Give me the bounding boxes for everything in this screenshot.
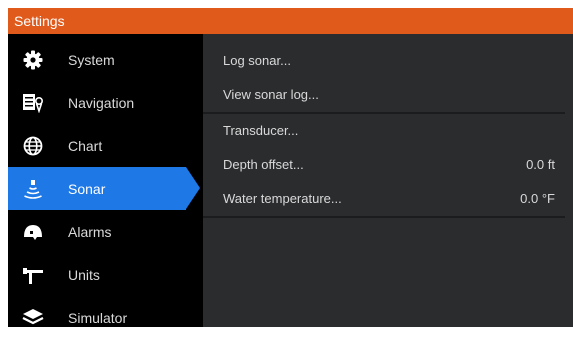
units-icon xyxy=(22,264,44,286)
sidebar-item-label: Navigation xyxy=(68,94,135,111)
gear-icon xyxy=(22,49,44,71)
sidebar-item-simulator[interactable]: Simulator xyxy=(8,296,203,339)
simulator-icon xyxy=(22,307,44,329)
navigation-icon xyxy=(22,92,44,114)
sidebar-item-system[interactable]: System xyxy=(8,38,203,81)
sidebar-item-label: Units xyxy=(68,266,100,283)
sidebar-item-units[interactable]: Units xyxy=(8,253,203,296)
section-divider xyxy=(203,216,565,218)
row-label: View sonar log... xyxy=(223,87,319,102)
sidebar-item-sonar[interactable]: Sonar xyxy=(8,167,200,210)
depth-offset-value: 0.0 ft xyxy=(526,157,555,172)
sonar-settings-panel: Log sonar... View sonar log... Transduce… xyxy=(203,34,573,327)
row-label: Depth offset... xyxy=(223,157,304,172)
sonar-icon xyxy=(22,178,44,200)
row-label: Log sonar... xyxy=(223,53,291,68)
log-sonar-row[interactable]: Log sonar... xyxy=(203,44,565,78)
settings-window: Settings System Navigation Chart Sonar A… xyxy=(8,8,573,327)
globe-icon xyxy=(22,135,44,157)
settings-sidebar: System Navigation Chart Sonar Alarms Uni… xyxy=(8,34,203,327)
water-temperature-row[interactable]: Water temperature... 0.0 °F xyxy=(203,182,565,216)
sidebar-item-label: Alarms xyxy=(68,223,112,240)
sidebar-item-navigation[interactable]: Navigation xyxy=(8,81,203,124)
sidebar-item-label: Simulator xyxy=(68,309,128,326)
row-label: Transducer... xyxy=(223,123,299,138)
sidebar-item-alarms[interactable]: Alarms xyxy=(8,210,203,253)
window-title: Settings xyxy=(8,8,573,34)
water-temperature-value: 0.0 °F xyxy=(520,191,555,206)
alarm-icon xyxy=(22,221,44,243)
sidebar-item-label: System xyxy=(68,51,115,68)
sidebar-item-label: Sonar xyxy=(68,180,106,197)
depth-offset-row[interactable]: Depth offset... 0.0 ft xyxy=(203,148,565,182)
row-label: Water temperature... xyxy=(223,191,342,206)
view-sonar-log-row[interactable]: View sonar log... xyxy=(203,78,565,112)
sidebar-item-chart[interactable]: Chart xyxy=(8,124,203,167)
transducer-row[interactable]: Transducer... xyxy=(203,114,565,148)
sidebar-item-label: Chart xyxy=(68,137,103,154)
